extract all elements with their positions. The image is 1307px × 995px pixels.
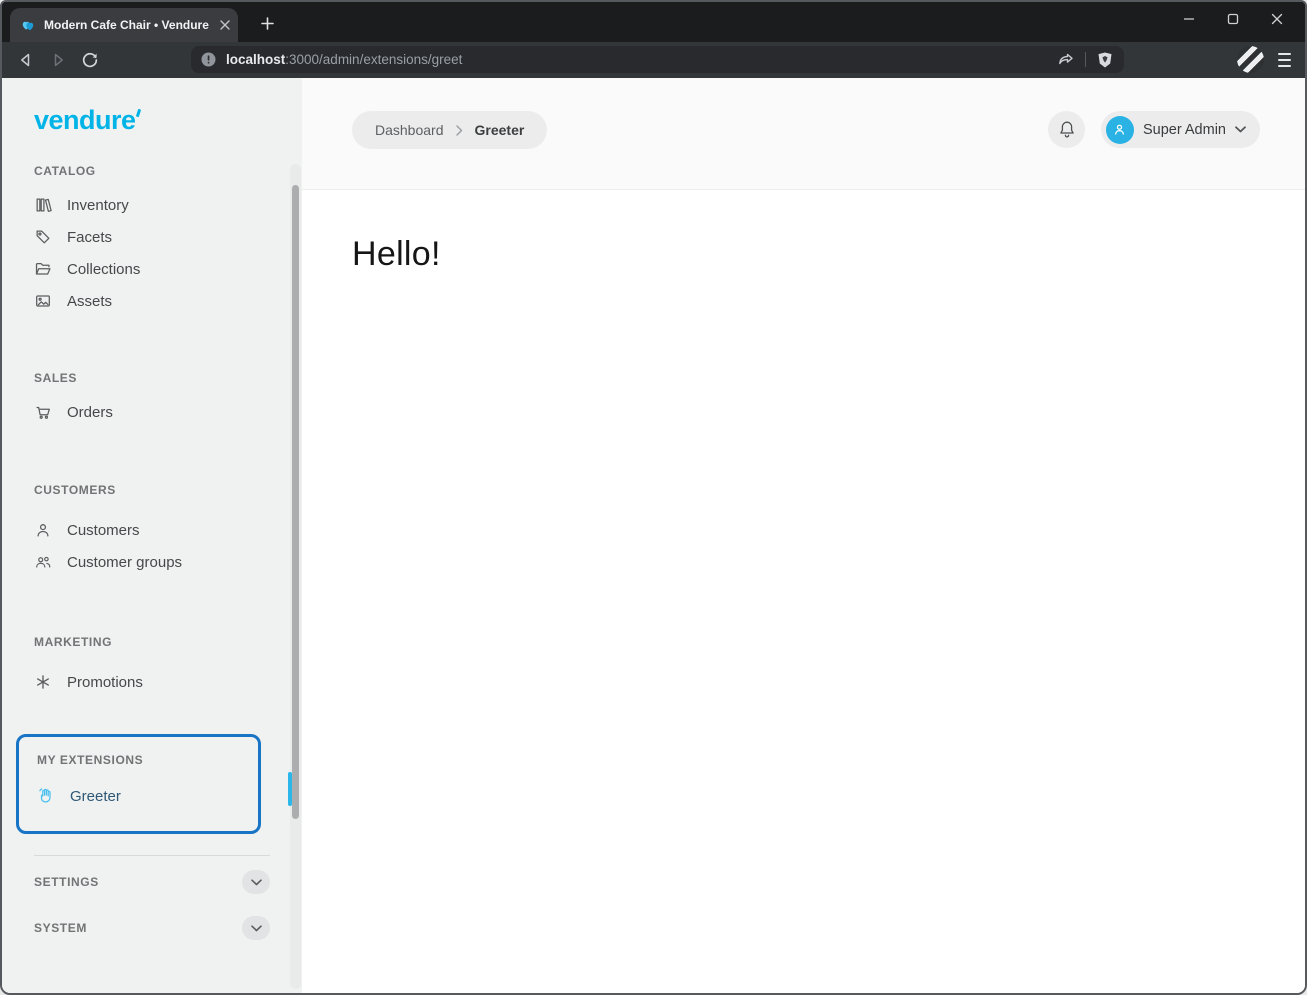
site-info-icon[interactable] bbox=[201, 52, 216, 67]
sidebar-divider bbox=[34, 855, 270, 856]
active-item-indicator bbox=[288, 772, 292, 806]
users-icon bbox=[36, 556, 51, 568]
url-host: localhost bbox=[226, 52, 286, 67]
greeting-text: Hello! bbox=[352, 235, 441, 273]
main-header: Dashboard Greeter Super Admin bbox=[302, 78, 1305, 190]
vendure-logo[interactable]: vendure bbox=[34, 105, 302, 135]
hand-icon bbox=[39, 788, 51, 803]
reload-icon[interactable] bbox=[79, 49, 101, 71]
maximize-icon[interactable] bbox=[1211, 2, 1255, 36]
sidebar-item-customers[interactable]: Customers bbox=[2, 514, 302, 546]
user-menu-button[interactable]: Super Admin bbox=[1100, 111, 1260, 148]
tab-title: Modern Cafe Chair • Vendure bbox=[44, 18, 209, 32]
notifications-button[interactable] bbox=[1048, 111, 1085, 148]
sidebar-item-promotions[interactable]: Promotions bbox=[2, 666, 302, 698]
chevron-right-icon bbox=[455, 124, 462, 136]
toolbar-separator bbox=[1085, 52, 1086, 67]
sidebar: vendure CATALOG Inventory Facets Collect… bbox=[2, 78, 302, 993]
sidebar-section-settings[interactable]: SETTINGS bbox=[2, 862, 302, 902]
sidebar-item-facets[interactable]: Facets bbox=[2, 221, 302, 253]
menu-icon[interactable] bbox=[1273, 50, 1295, 70]
user-icon bbox=[1115, 124, 1125, 135]
breadcrumb-greeter: Greeter bbox=[474, 122, 525, 138]
page-content: Hello! bbox=[302, 190, 1305, 274]
window-controls bbox=[1167, 2, 1299, 36]
tag-icon bbox=[36, 230, 50, 244]
tab-strip: Modern Cafe Chair • Vendure bbox=[2, 2, 1305, 42]
section-label-marketing: MARKETING bbox=[34, 635, 113, 649]
user-name: Super Admin bbox=[1142, 121, 1226, 138]
chevron-down-icon[interactable] bbox=[242, 870, 270, 894]
chevron-down-icon[interactable] bbox=[242, 916, 270, 940]
user-avatar bbox=[1105, 115, 1134, 144]
sidebar-item-inventory[interactable]: Inventory bbox=[2, 189, 302, 221]
sidebar-item-collections[interactable]: Collections bbox=[2, 253, 302, 285]
sidebar-item-orders[interactable]: Orders bbox=[2, 396, 302, 428]
new-tab-icon[interactable] bbox=[256, 12, 278, 34]
folder-icon bbox=[35, 262, 51, 275]
tab-close-icon[interactable] bbox=[220, 20, 230, 30]
vendure-favicon bbox=[22, 21, 34, 31]
close-icon[interactable] bbox=[1255, 2, 1299, 36]
url-text[interactable]: localhost:3000/admin/extensions/greet bbox=[226, 52, 1055, 67]
bell-icon bbox=[1059, 121, 1074, 138]
library-icon bbox=[36, 198, 52, 212]
my-extensions-highlight-box: MY EXTENSIONS Greeter bbox=[16, 734, 261, 834]
sidebar-section-system[interactable]: SYSTEM bbox=[2, 908, 302, 948]
brave-shield-icon[interactable] bbox=[1096, 51, 1114, 69]
address-bar[interactable]: localhost:3000/admin/extensions/greet bbox=[191, 46, 1124, 73]
back-icon[interactable] bbox=[15, 49, 37, 71]
chevron-down-icon bbox=[1235, 126, 1246, 133]
logo-tick bbox=[135, 108, 141, 118]
sidebar-scrollbar-thumb[interactable] bbox=[292, 185, 299, 819]
minimize-icon[interactable] bbox=[1167, 2, 1211, 36]
section-label-customers: CUSTOMERS bbox=[34, 483, 116, 497]
profile-avatar[interactable] bbox=[1237, 46, 1264, 73]
forward-icon[interactable] bbox=[47, 49, 69, 71]
user-icon bbox=[37, 524, 49, 537]
image-icon bbox=[36, 295, 50, 307]
sidebar-item-assets[interactable]: Assets bbox=[2, 285, 302, 317]
asterisk-icon bbox=[37, 675, 49, 689]
sidebar-item-customer-groups[interactable]: Customer groups bbox=[2, 546, 302, 578]
section-label-my-extensions: MY EXTENSIONS bbox=[37, 753, 144, 767]
cart-icon bbox=[36, 406, 50, 419]
sidebar-item-greeter[interactable]: Greeter bbox=[19, 780, 258, 812]
browser-window: Modern Cafe Chair • Vendure localhost:30… bbox=[0, 0, 1307, 995]
share-icon[interactable] bbox=[1055, 50, 1075, 70]
section-label-sales: SALES bbox=[34, 371, 78, 385]
section-label-catalog: CATALOG bbox=[34, 164, 96, 178]
vendure-admin-page: vendure CATALOG Inventory Facets Collect… bbox=[2, 78, 1305, 993]
main-area: Dashboard Greeter Super Admin Hello! bbox=[302, 78, 1305, 993]
breadcrumb-dashboard[interactable]: Dashboard bbox=[375, 122, 444, 138]
browser-tab[interactable]: Modern Cafe Chair • Vendure bbox=[10, 8, 238, 42]
breadcrumb: Dashboard Greeter bbox=[352, 111, 548, 149]
browser-toolbar: localhost:3000/admin/extensions/greet bbox=[2, 42, 1305, 78]
url-path: :3000/admin/extensions/greet bbox=[285, 52, 463, 67]
